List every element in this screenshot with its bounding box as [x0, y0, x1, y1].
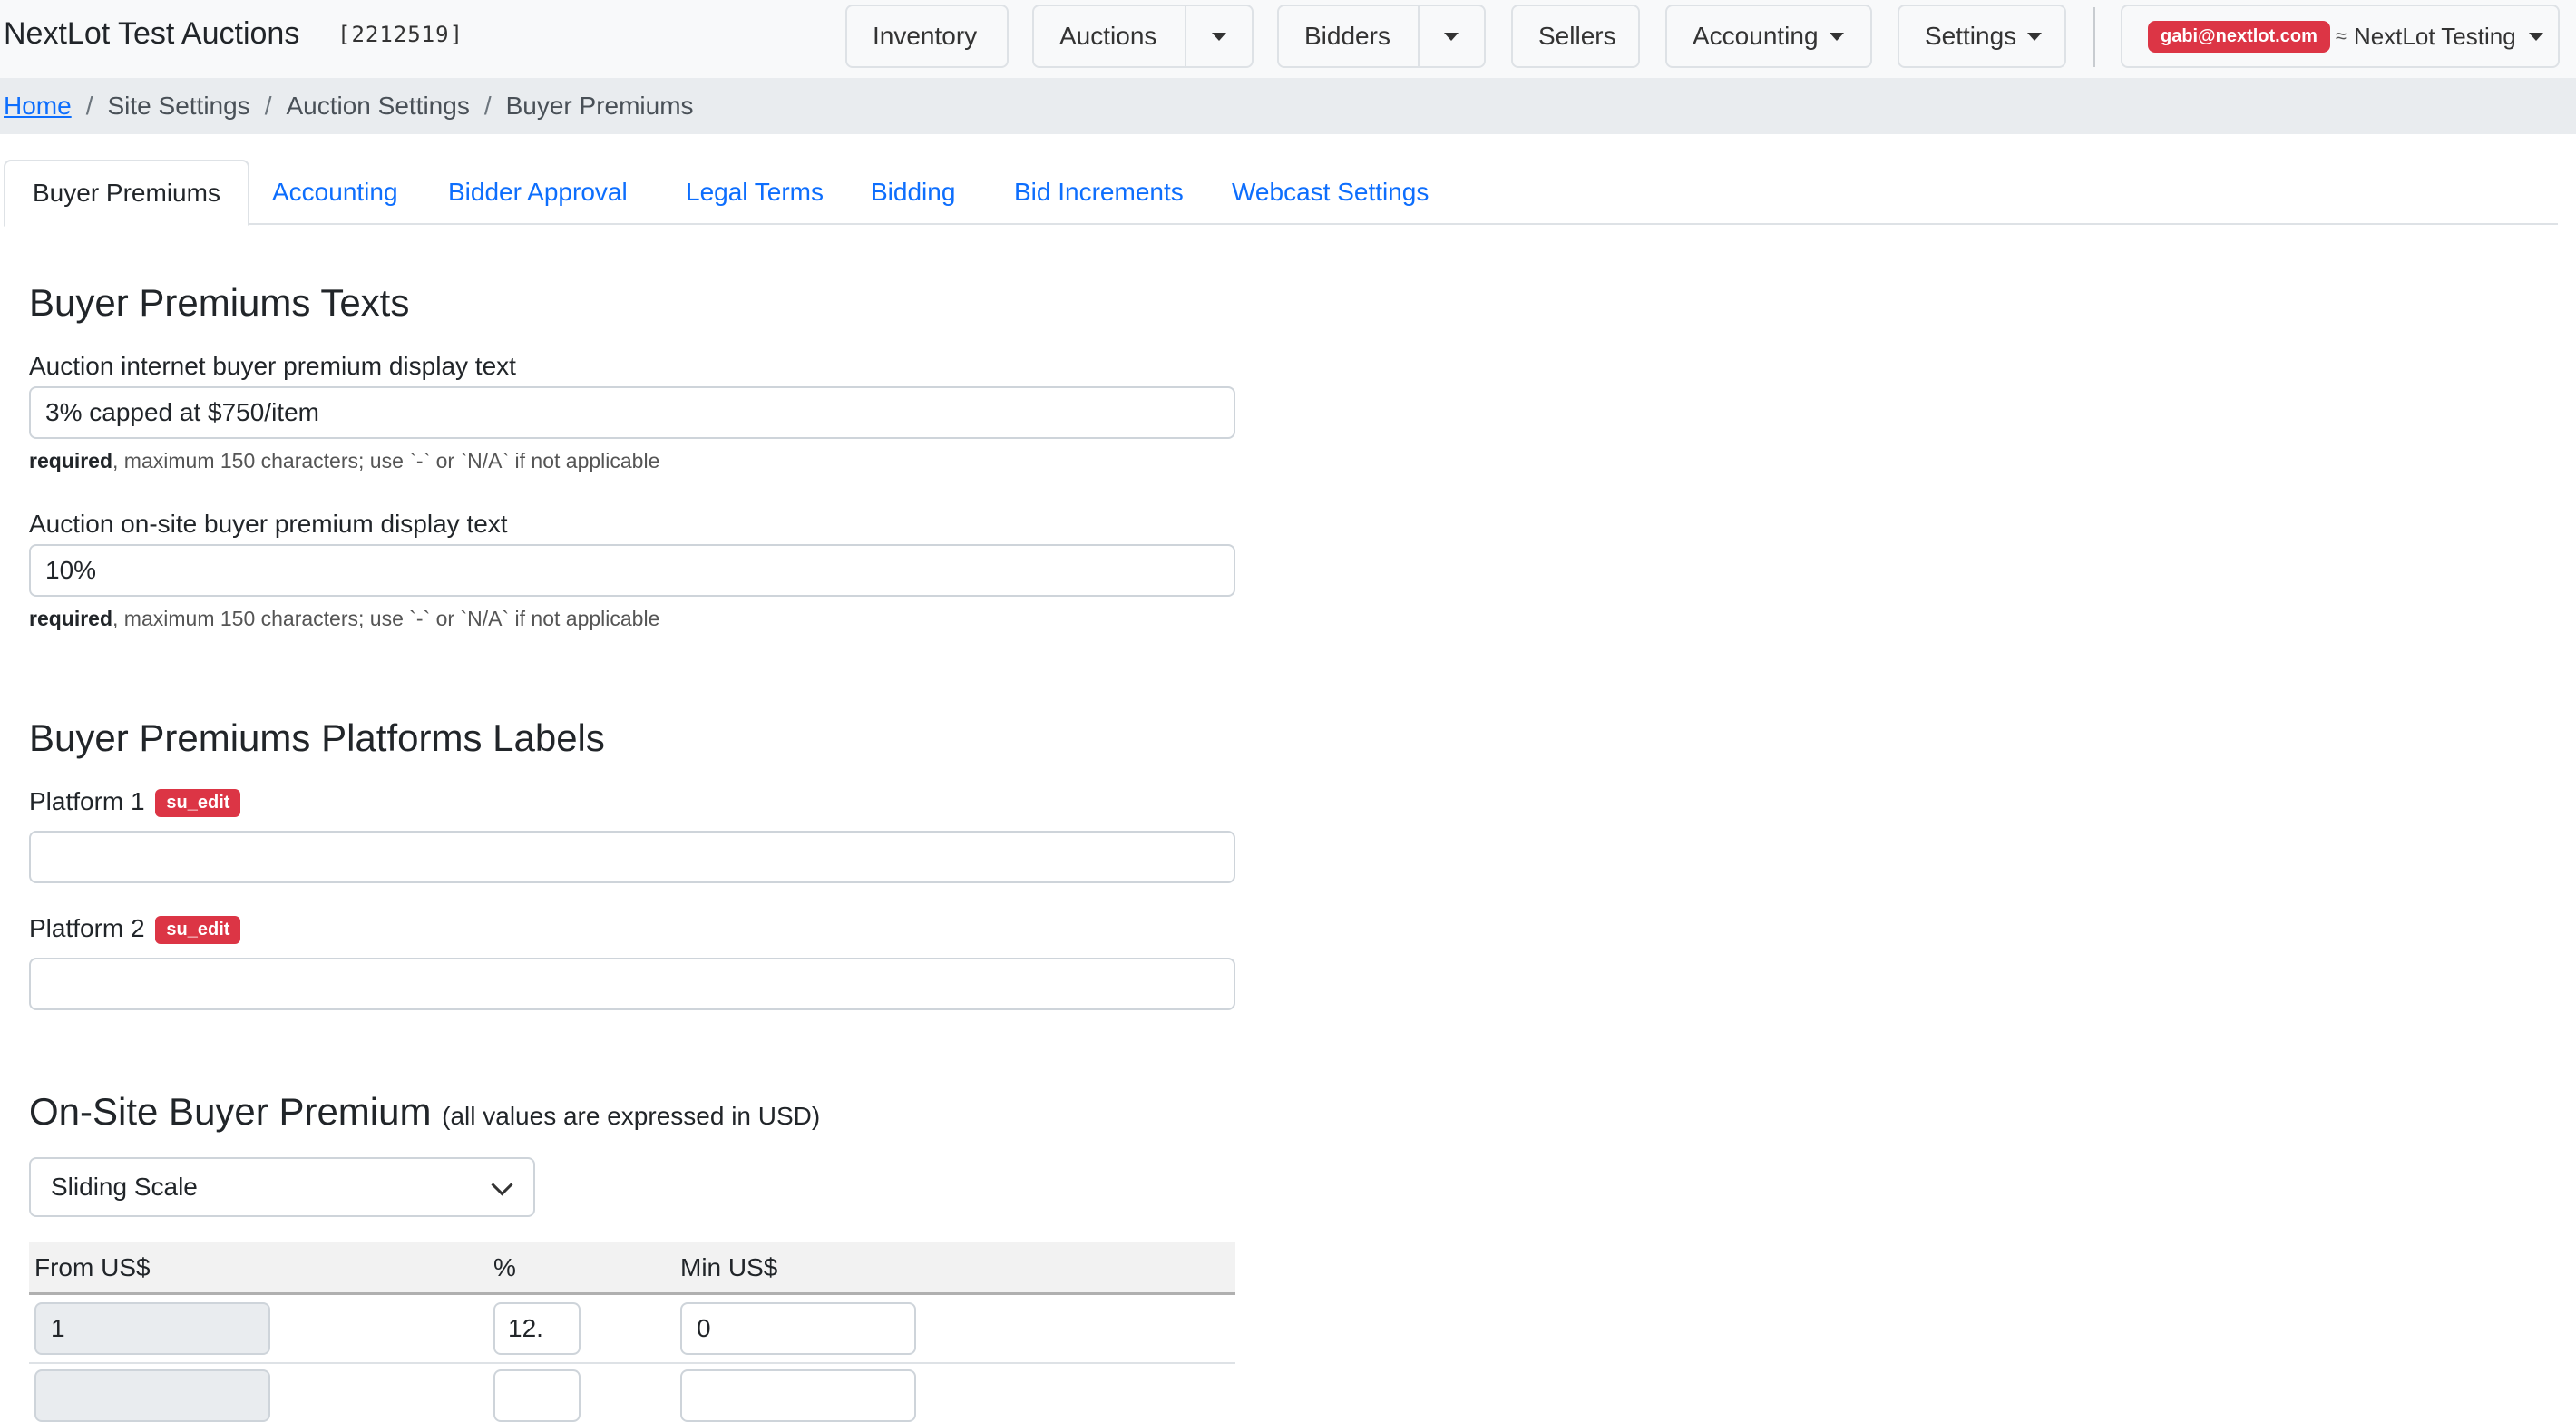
onsite-premium-label: Auction on-site buyer premium display te… — [29, 510, 508, 538]
column-header-percent: % — [493, 1253, 516, 1281]
tab-bidder-approval[interactable]: Bidder Approval — [421, 160, 655, 225]
platform1-input[interactable] — [29, 831, 1235, 883]
row1-percent-input[interactable] — [493, 1302, 581, 1355]
row2-from-input[interactable] — [34, 1369, 270, 1422]
caret-down-icon — [2528, 32, 2543, 41]
accounting-dropdown[interactable]: Accounting — [1665, 5, 1872, 68]
settings-label: Settings — [1925, 22, 2017, 50]
caret-down-icon — [1829, 32, 1844, 41]
onsite-premium-help: required, maximum 150 characters; use `-… — [29, 607, 659, 631]
tab-buyer-premiums[interactable]: Buyer Premiums — [4, 160, 249, 227]
premium-scale-select[interactable]: Sliding Scale — [29, 1157, 535, 1217]
breadcrumb-home-link[interactable]: Home — [4, 92, 72, 121]
tab-bid-increments[interactable]: Bid Increments — [987, 160, 1211, 225]
section-title-platforms: Buyer Premiums Platforms Labels — [29, 716, 605, 759]
internet-premium-help: required, maximum 150 characters; use `-… — [29, 449, 659, 473]
breadcrumb-separator: / — [483, 92, 492, 120]
internet-premium-input[interactable] — [29, 386, 1235, 439]
row2-percent-input[interactable] — [493, 1369, 581, 1422]
platform2-label: Platform 2 su_edit — [29, 914, 241, 945]
onsite-premium-input[interactable] — [29, 544, 1235, 597]
caret-down-icon — [1444, 32, 1459, 41]
help-text: , maximum 150 characters; use `-` or `N/… — [112, 607, 660, 630]
section-title-texts: Buyer Premiums Texts — [29, 281, 410, 324]
caret-down-icon — [1212, 32, 1227, 41]
bidders-button[interactable]: Bidders — [1279, 22, 1418, 51]
settings-tabs: Buyer Premiums Accounting Bidder Approva… — [4, 160, 2558, 227]
chevron-down-icon — [491, 1174, 513, 1196]
tab-legal-terms[interactable]: Legal Terms — [659, 160, 851, 225]
onsite-premium-title: On-Site Buyer Premium — [29, 1090, 432, 1133]
inventory-label: Inventory — [873, 22, 978, 50]
section-title-onsite-premium: On-Site Buyer Premium (all values are ex… — [29, 1090, 820, 1134]
platform2-input[interactable] — [29, 958, 1235, 1010]
caret-down-icon — [2027, 32, 2043, 41]
tab-accounting[interactable]: Accounting — [245, 160, 425, 225]
breadcrumb: Home / Site Settings / Auction Settings … — [0, 78, 2576, 134]
platform1-label: Platform 1 su_edit — [29, 787, 241, 818]
bidders-button-group: Bidders — [1277, 5, 1486, 68]
row2-min-input[interactable] — [680, 1369, 916, 1422]
column-header-from: From US$ — [34, 1253, 151, 1281]
su-edit-badge: su_edit — [155, 916, 241, 945]
tab-bidding[interactable]: Bidding — [844, 160, 982, 225]
breadcrumb-site-settings: Site Settings — [107, 92, 250, 120]
required-text: required — [29, 607, 113, 630]
help-text: , maximum 150 characters; use `-` or `N/… — [112, 449, 660, 472]
onsite-premium-subtitle: (all values are expressed in USD) — [442, 1102, 821, 1130]
account-dropdown[interactable]: gabi@nextlot.com ≈ NextLot Testing — [2121, 5, 2560, 68]
breadcrumb-current: Buyer Premiums — [505, 92, 694, 120]
su-edit-badge: su_edit — [155, 789, 241, 818]
breadcrumb-separator: / — [85, 92, 93, 120]
premium-scale-value: Sliding Scale — [51, 1173, 198, 1201]
inventory-button[interactable]: Inventory — [845, 5, 1009, 68]
breadcrumb-separator: / — [264, 92, 272, 120]
tab-webcast-settings[interactable]: Webcast Settings — [1205, 160, 1456, 225]
navbar-divider — [2093, 7, 2095, 67]
row1-min-input[interactable] — [680, 1302, 916, 1355]
auctions-button[interactable]: Auctions — [1034, 22, 1185, 51]
internet-premium-label: Auction internet buyer premium display t… — [29, 352, 516, 380]
account-name: NextLot Testing — [2353, 22, 2516, 50]
premium-table-header: From US$ % Min US$ — [29, 1242, 1235, 1295]
site-id: [2212519] — [337, 22, 464, 47]
column-header-min: Min US$ — [680, 1253, 778, 1281]
platform2-label-text: Platform 2 — [29, 914, 145, 942]
auctions-button-group: Auctions — [1032, 5, 1254, 68]
user-email-badge: gabi@nextlot.com — [2148, 20, 2330, 53]
sellers-button[interactable]: Sellers — [1511, 5, 1640, 68]
sellers-label: Sellers — [1538, 22, 1616, 50]
table-row-divider — [29, 1362, 1235, 1364]
accounting-label: Accounting — [1693, 22, 1819, 50]
brand-title[interactable]: NextLot Test Auctions — [4, 16, 299, 52]
platform1-label-text: Platform 1 — [29, 787, 145, 815]
row1-from-input[interactable] — [34, 1302, 270, 1355]
top-navbar: NextLot Test Auctions [2212519] Inventor… — [0, 0, 2576, 78]
settings-dropdown[interactable]: Settings — [1898, 5, 2066, 68]
auctions-dropdown-toggle[interactable] — [1185, 6, 1252, 66]
bidders-dropdown-toggle[interactable] — [1417, 6, 1484, 66]
required-text: required — [29, 449, 113, 472]
breadcrumb-auction-settings: Auction Settings — [286, 92, 470, 120]
user-separator: ≈ — [2335, 24, 2347, 47]
